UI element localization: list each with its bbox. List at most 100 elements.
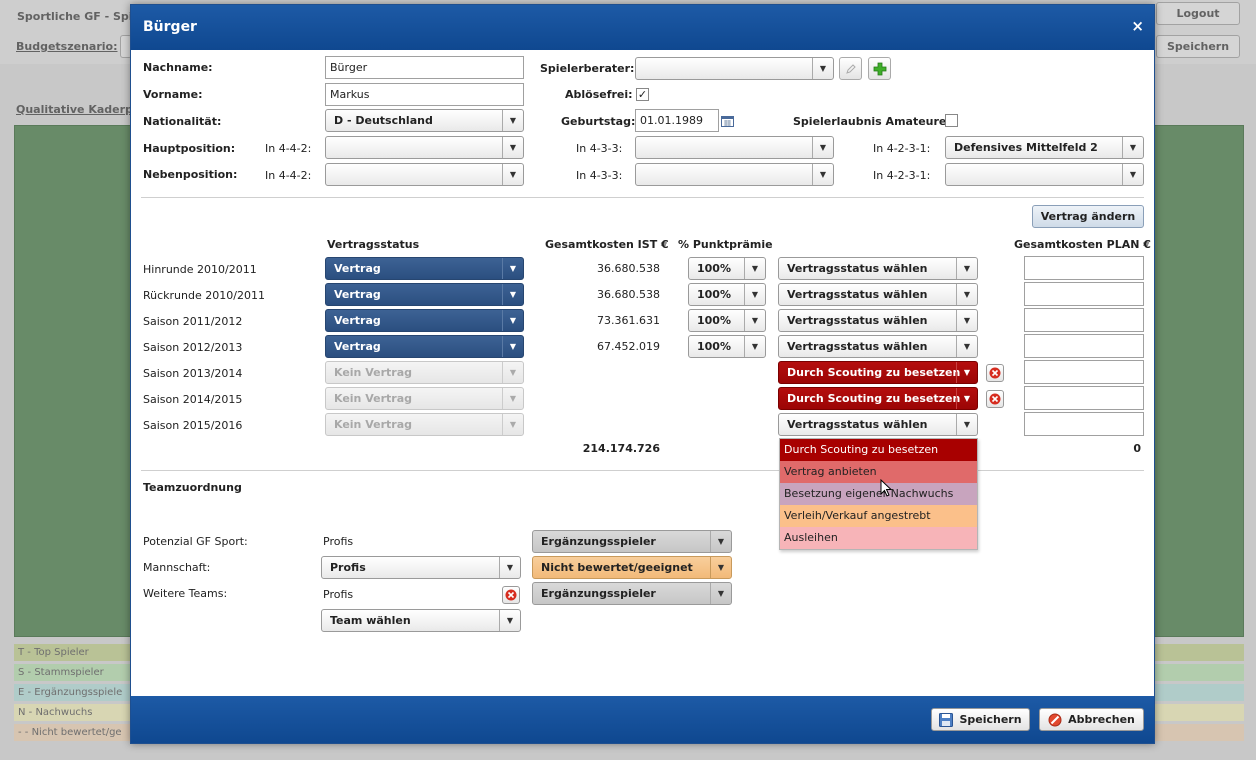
chevron-down-icon: ▼ xyxy=(502,164,523,185)
plus-icon xyxy=(873,62,886,75)
add-berater-button[interactable] xyxy=(868,57,891,80)
col-gesamtkosten-plan: Gesamtkosten PLAN € xyxy=(1014,238,1151,251)
vorname-label: Vorname: xyxy=(143,88,203,101)
plan-status-select[interactable]: Durch Scouting zu besetzen ▼ xyxy=(778,387,978,410)
abloesefrei-checkbox[interactable]: ✓ xyxy=(636,88,649,101)
potenzial-label: Potenzial GF Sport: xyxy=(143,535,248,548)
vertragsstatus-select: Kein Vertrag ▼ xyxy=(325,361,524,384)
spielerberater-select[interactable]: ▼ xyxy=(635,57,834,80)
chevron-down-icon: ▼ xyxy=(502,284,523,305)
team-waehlen-select[interactable]: Team wählen ▼ xyxy=(321,609,521,632)
cancel-button[interactable]: Abbrechen xyxy=(1039,708,1144,731)
season-label: Hinrunde 2010/2011 xyxy=(143,263,257,276)
potenzial-select[interactable]: Ergänzungsspieler ▼ xyxy=(532,530,732,553)
plan-status-select-open[interactable]: Vertragsstatus wählen ▼ xyxy=(778,413,978,436)
nationalitaet-select[interactable]: D - Deutschland ▼ xyxy=(325,109,524,132)
chevron-down-icon: ▼ xyxy=(502,388,523,409)
season-label: Saison 2012/2013 xyxy=(143,341,243,354)
plan-kosten-input[interactable] xyxy=(1024,282,1144,306)
hauptposition-4231-label: In 4-2-3-1: xyxy=(873,142,931,155)
mannschaft-select[interactable]: Profis ▼ xyxy=(321,556,521,579)
total-ist: 214.174.726 xyxy=(582,442,660,455)
chevron-down-icon: ▼ xyxy=(502,336,523,357)
remove-plan-status-button[interactable] xyxy=(986,390,1004,408)
punktpraemie-select[interactable]: 100% ▼ xyxy=(688,257,766,280)
nebenposition-442-label: In 4-4-2: xyxy=(265,169,312,182)
chevron-down-icon: ▼ xyxy=(502,310,523,331)
plan-status-dropdown: Durch Scouting zu besetzen Vertrag anbie… xyxy=(779,438,978,550)
vertragsstatus-select[interactable]: Vertrag ▼ xyxy=(325,309,524,332)
calendar-icon[interactable] xyxy=(721,115,734,127)
geburtstag-input[interactable] xyxy=(635,109,719,132)
plan-kosten-input[interactable] xyxy=(1024,386,1144,410)
plan-status-select[interactable]: Vertragsstatus wählen ▼ xyxy=(778,309,978,332)
chevron-down-icon: ▼ xyxy=(956,362,977,383)
nebenposition-442-select[interactable]: ▼ xyxy=(325,163,524,186)
dropdown-option-scouting[interactable]: Durch Scouting zu besetzen xyxy=(780,439,977,461)
plan-status-select[interactable]: Vertragsstatus wählen ▼ xyxy=(778,335,978,358)
chevron-down-icon: ▼ xyxy=(812,164,833,185)
plan-status-select[interactable]: Durch Scouting zu besetzen ▼ xyxy=(778,361,978,384)
dropdown-option-vertrag-anbieten[interactable]: Vertrag anbieten xyxy=(780,461,977,483)
season-label: Rückrunde 2010/2011 xyxy=(143,289,265,302)
dropdown-option-nachwuchs[interactable]: Besetzung eigener Nachwuchs xyxy=(780,483,977,505)
total-plan: 0 xyxy=(1133,442,1141,455)
plan-kosten-input[interactable] xyxy=(1024,412,1144,436)
remove-plan-status-button[interactable] xyxy=(986,364,1004,382)
chevron-down-icon: ▼ xyxy=(502,137,523,158)
weitere-teams-select[interactable]: Ergänzungsspieler ▼ xyxy=(532,582,732,605)
vorname-input[interactable] xyxy=(325,83,524,106)
plan-status-select[interactable]: Vertragsstatus wählen ▼ xyxy=(778,257,978,280)
plan-kosten-input[interactable] xyxy=(1024,308,1144,332)
edit-berater-button[interactable] xyxy=(839,57,862,80)
nachname-input[interactable] xyxy=(325,56,524,79)
mouse-cursor-icon xyxy=(880,479,892,497)
chevron-down-icon: ▼ xyxy=(502,110,523,131)
punktpraemie-select[interactable]: 100% ▼ xyxy=(688,335,766,358)
gesamtkosten-ist: 67.452.019 xyxy=(597,340,660,353)
mannschaft-bewertung-select[interactable]: Nicht bewertet/geeignet ▼ xyxy=(532,556,732,579)
dropdown-option-verleih[interactable]: Verleih/Verkauf angestrebt xyxy=(780,505,977,527)
nebenposition-4231-label: In 4-2-3-1: xyxy=(873,169,931,182)
remove-team-button[interactable] xyxy=(502,586,520,604)
gesamtkosten-ist: 73.361.631 xyxy=(597,314,660,327)
divider xyxy=(141,197,1144,198)
plan-kosten-input[interactable] xyxy=(1024,334,1144,358)
spielerberater-label: Spielerberater: xyxy=(540,62,635,75)
hauptposition-4231-select[interactable]: Defensives Mittelfeld 2 ▼ xyxy=(945,136,1144,159)
chevron-down-icon: ▼ xyxy=(502,362,523,383)
vertragsstatus-select[interactable]: Vertrag ▼ xyxy=(325,257,524,280)
punktpraemie-select[interactable]: 100% ▼ xyxy=(688,283,766,306)
geburtstag-label: Geburtstag: xyxy=(561,115,636,128)
season-label: Saison 2011/2012 xyxy=(143,315,243,328)
divider xyxy=(141,470,1144,471)
dialog-footer: Speichern Abbrechen xyxy=(131,696,1154,743)
dropdown-option-ausleihen[interactable]: Ausleihen xyxy=(780,527,977,549)
chevron-down-icon: ▼ xyxy=(710,531,731,552)
chevron-down-icon: ▼ xyxy=(710,583,731,604)
floppy-disk-icon xyxy=(939,712,954,727)
nebenposition-433-select[interactable]: ▼ xyxy=(635,163,834,186)
plan-status-select[interactable]: Vertragsstatus wählen ▼ xyxy=(778,283,978,306)
spielerlaubnis-checkbox[interactable] xyxy=(945,114,958,127)
nebenposition-4231-select[interactable]: ▼ xyxy=(945,163,1144,186)
punktpraemie-select[interactable]: 100% ▼ xyxy=(688,309,766,332)
close-icon[interactable]: × xyxy=(1131,17,1144,35)
hauptposition-442-select[interactable]: ▼ xyxy=(325,136,524,159)
col-punktpraemie: % Punktprämie xyxy=(678,238,773,251)
mannschaft-label: Mannschaft: xyxy=(143,561,211,574)
gesamtkosten-ist: 36.680.538 xyxy=(597,288,660,301)
plan-kosten-input[interactable] xyxy=(1024,360,1144,384)
nationalitaet-label: Nationalität: xyxy=(143,115,222,128)
chevron-down-icon: ▼ xyxy=(499,610,520,631)
chevron-down-icon: ▼ xyxy=(502,258,523,279)
close-red-icon xyxy=(989,393,1001,405)
save-button[interactable]: Speichern xyxy=(931,708,1030,731)
plan-kosten-input[interactable] xyxy=(1024,256,1144,280)
col-gesamtkosten-ist: Gesamtkosten IST € xyxy=(545,238,669,251)
vertrag-aendern-button[interactable]: Vertrag ändern xyxy=(1032,205,1144,228)
vertragsstatus-select[interactable]: Vertrag ▼ xyxy=(325,335,524,358)
hauptposition-433-select[interactable]: ▼ xyxy=(635,136,834,159)
abloesefrei-label: Ablösefrei: xyxy=(565,88,633,101)
vertragsstatus-select[interactable]: Vertrag ▼ xyxy=(325,283,524,306)
